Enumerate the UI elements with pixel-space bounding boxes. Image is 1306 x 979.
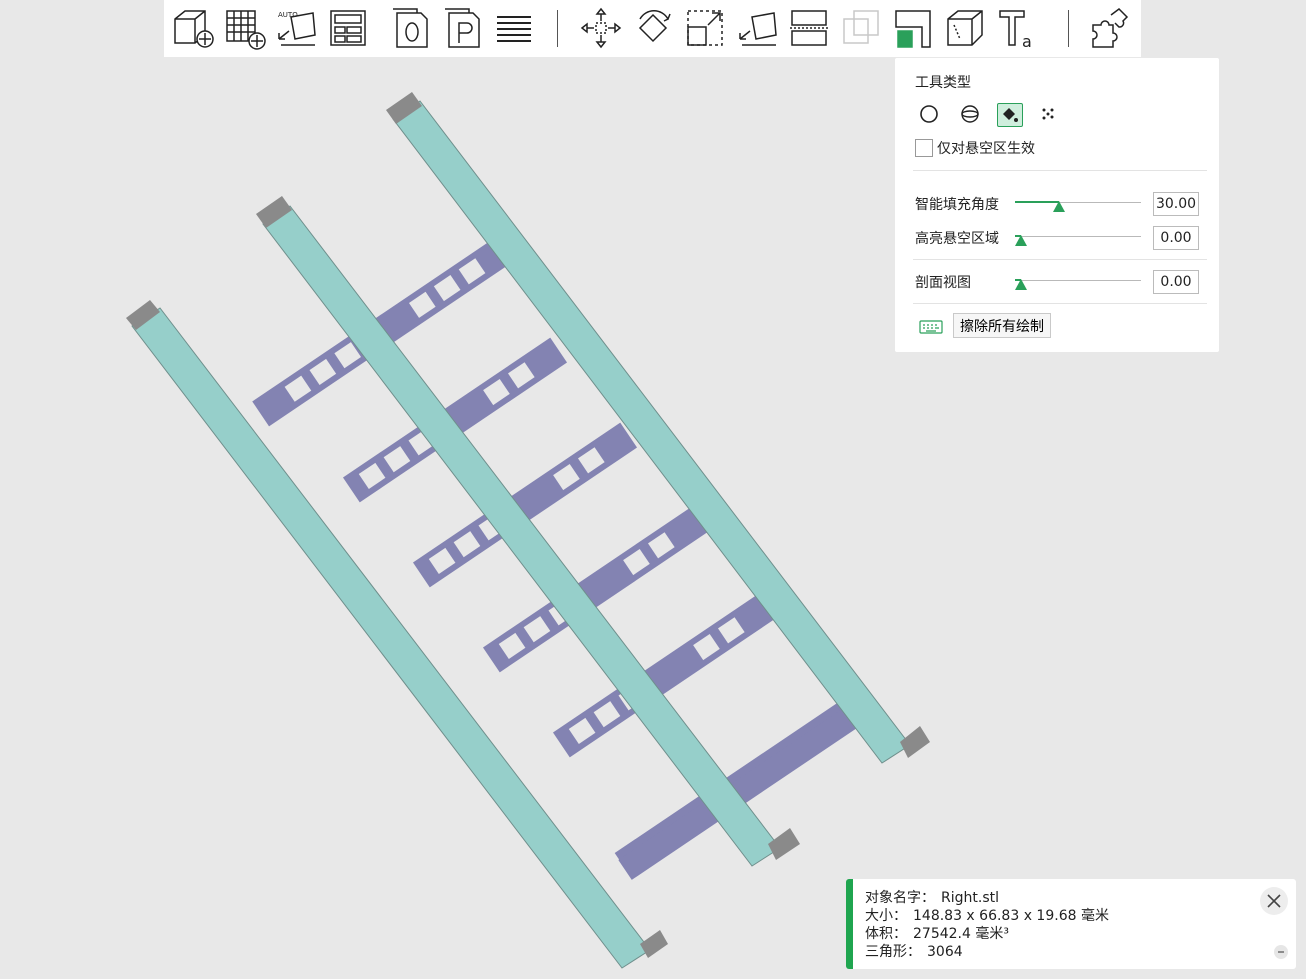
rotate-icon [638, 10, 671, 43]
boolean-icon [843, 10, 879, 44]
close-button[interactable] [1260, 887, 1288, 915]
smart-fill-angle-slider[interactable] [1015, 201, 1141, 212]
hollow-cube-icon [947, 10, 983, 46]
hollow-button[interactable] [941, 5, 989, 51]
slider-thumb[interactable] [1053, 201, 1066, 212]
info-name-key: 对象名字： [865, 890, 935, 906]
cut-button[interactable] [785, 5, 833, 51]
add-array-button[interactable] [220, 5, 268, 51]
main-toolbar: AUTO a [164, 0, 1141, 57]
lay-flat-icon [739, 12, 777, 46]
info-size-key: 大小： [865, 908, 907, 924]
svg-text:AUTO: AUTO [278, 11, 298, 19]
object-info-panel: 对象名字： Right.stl 大小： 148.83 x 66.83 x 19.68… [846, 879, 1296, 969]
minus-icon [1278, 951, 1284, 953]
layout-icon [330, 10, 366, 46]
fill-bucket-icon [1003, 108, 1018, 122]
tool-sphere-button[interactable] [958, 103, 982, 125]
section-view-label: 剖面视图 [915, 275, 971, 291]
section-view-slider[interactable] [1015, 279, 1141, 290]
info-volume-key: 体积： [865, 926, 907, 942]
highlight-overhang-value[interactable]: 0.00 [1153, 226, 1199, 250]
layers-button[interactable] [490, 5, 538, 51]
text-emboss-icon: a [999, 10, 1032, 51]
info-size-value: 148.83 x 66.83 x 19.68 毫米 [913, 908, 1109, 924]
list-icon [497, 16, 531, 42]
move-button[interactable] [577, 5, 625, 51]
grid-plus-icon [226, 10, 266, 50]
info-volume-row: 体积： 27542.4 毫米³ [865, 925, 1109, 943]
erase-all-button[interactable]: 擦除所有绘制 [953, 313, 1051, 338]
info-triangles-row: 三角形： 3064 [865, 943, 1109, 961]
svg-text:a: a [1022, 32, 1032, 51]
puzzle-icon [1092, 8, 1129, 48]
paint-tool-panel: 工具类型 仅对悬空区生效 智能填充角度 30.00 高亮悬空区域 0.00 剖面… [895, 58, 1219, 352]
overhang-only-checkbox[interactable] [915, 139, 933, 157]
info-triangles-value: 3064 [927, 944, 963, 960]
info-name-row: 对象名字： Right.stl [865, 889, 1109, 907]
split-button[interactable] [1086, 5, 1134, 51]
info-volume-value: 27542.4 毫米³ [913, 926, 1009, 942]
support-paint-icon [895, 10, 931, 48]
add-object-button[interactable] [168, 5, 216, 51]
ladder-rails [126, 92, 930, 969]
smart-fill-angle-label: 智能填充角度 [915, 197, 999, 213]
layout-button[interactable] [324, 5, 372, 51]
close-icon [1267, 894, 1281, 908]
info-name-value: Right.stl [941, 890, 999, 906]
move-arrows-icon [580, 7, 622, 49]
boolean-button[interactable] [837, 5, 885, 51]
text-button[interactable]: a [993, 5, 1041, 51]
collapse-button[interactable] [1274, 945, 1288, 959]
scale-button[interactable] [681, 5, 729, 51]
highlight-overhang-label: 高亮悬空区域 [915, 231, 999, 247]
panel-title: 工具类型 [915, 75, 971, 91]
highlight-overhang-slider[interactable] [1015, 235, 1141, 246]
cube-plus-icon [174, 10, 214, 48]
tool-fill-button[interactable] [997, 103, 1023, 127]
place-face-button[interactable] [733, 5, 781, 51]
divider [913, 259, 1207, 260]
gap-fill-icon [1042, 108, 1054, 120]
section-view-value[interactable]: 0.00 [1153, 270, 1199, 294]
circle-brush-icon [920, 105, 938, 123]
plate-o-button[interactable] [386, 5, 434, 51]
page-p-icon [445, 8, 480, 48]
toolbar-separator [557, 10, 558, 47]
info-size-row: 大小： 148.83 x 66.83 x 19.68 毫米 [865, 907, 1109, 925]
plate-p-button[interactable] [438, 5, 486, 51]
slider-thumb[interactable] [1015, 235, 1027, 246]
overhang-only-label: 仅对悬空区生效 [937, 141, 1035, 157]
tool-gap-fill-button[interactable] [1036, 103, 1060, 125]
toolbar-separator [1068, 10, 1069, 47]
rotate-button[interactable] [629, 5, 677, 51]
divider [913, 170, 1207, 171]
scale-icon [687, 10, 723, 46]
tool-circle-button[interactable] [917, 103, 941, 125]
smart-fill-angle-value[interactable]: 30.00 [1153, 192, 1199, 216]
auto-place-icon: AUTO [278, 11, 316, 46]
divider [913, 303, 1207, 304]
info-triangles-key: 三角形： [865, 944, 921, 960]
cut-icon [790, 10, 828, 46]
auto-layout-button[interactable]: AUTO [272, 5, 320, 51]
slider-thumb[interactable] [1015, 279, 1027, 290]
keyboard-icon[interactable] [919, 320, 943, 334]
sphere-brush-icon [961, 105, 979, 123]
support-paint-button[interactable] [889, 5, 937, 51]
overhang-only-row[interactable]: 仅对悬空区生效 [915, 138, 1035, 158]
page-o-icon [393, 8, 428, 48]
